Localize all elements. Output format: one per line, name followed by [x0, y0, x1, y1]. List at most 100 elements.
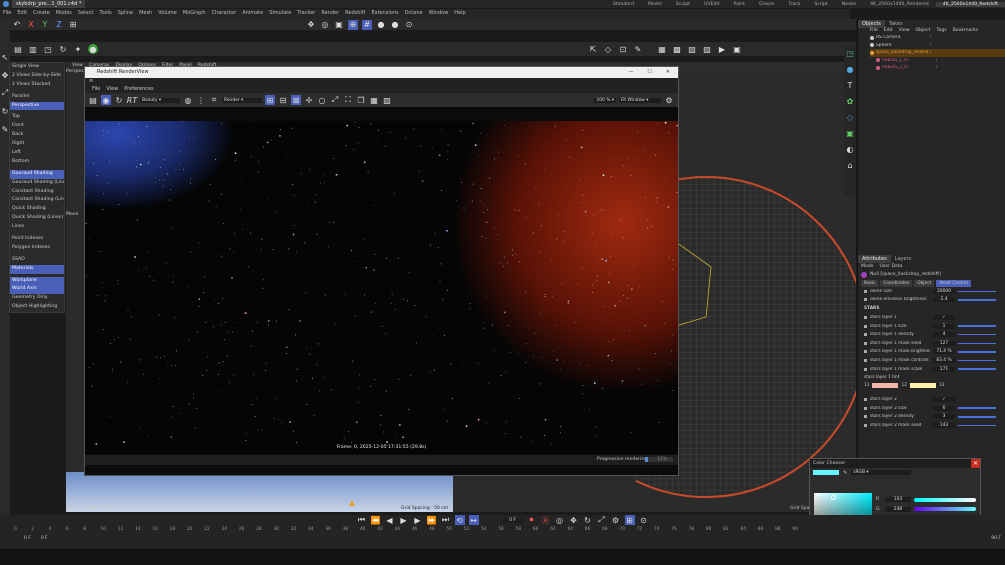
tint-b-swatch[interactable]: [909, 382, 936, 388]
zoom-field[interactable]: 100 % ▾: [594, 97, 616, 103]
attribute-slider[interactable]: [958, 351, 996, 353]
keyframe-toggle-icon[interactable]: [864, 350, 867, 354]
attribute-value-field[interactable]: 71.4 %: [933, 349, 955, 355]
menu-item[interactable]: Volume: [155, 10, 180, 16]
next-frame-icon[interactable]: ▶: [413, 515, 423, 525]
fit-select[interactable]: Fit Window ▾: [619, 97, 661, 103]
current-frame-field[interactable]: 0 F: [502, 517, 523, 523]
attribute-slider[interactable]: [958, 416, 996, 418]
undo-icon[interactable]: ↶: [12, 20, 22, 30]
attribute-slider[interactable]: [958, 290, 996, 293]
layout-tab[interactable]: Groom: [752, 2, 781, 7]
render-queue-icon[interactable]: ▧: [687, 44, 697, 54]
range-end[interactable]: 0 F: [41, 536, 48, 541]
range-icon[interactable]: ↔: [468, 515, 479, 525]
toggle-b-icon[interactable]: ●: [390, 20, 400, 30]
play-icon[interactable]: ▶: [399, 515, 409, 525]
coord-icon[interactable]: ⊞: [68, 20, 78, 30]
settings-gear-icon[interactable]: ⚙: [664, 95, 674, 105]
view-menu-item[interactable]: Polygon Indexes: [10, 244, 64, 253]
objects-tab[interactable]: Objects: [858, 19, 885, 28]
menu-item[interactable]: Select: [75, 10, 96, 16]
attributes-menu-item[interactable]: User Data: [880, 264, 903, 269]
menu-item[interactable]: Spline: [115, 10, 136, 16]
attribute-value-field[interactable]: 83.4 %: [933, 357, 955, 363]
view-menu-item[interactable]: Perspective: [10, 101, 64, 111]
layout-tab[interactable]: Standard: [606, 2, 641, 7]
menu-item[interactable]: Modes: [53, 10, 75, 16]
view-menu-item[interactable]: Constant Shading: [10, 188, 64, 197]
view-menu-item[interactable]: Gouraud Shading (Lines): [10, 179, 64, 188]
keyframe-toggle-icon[interactable]: [864, 358, 867, 362]
object-row[interactable]: Sphere ⁝: [870, 42, 1005, 50]
bucket-icon[interactable]: ⊠: [291, 95, 301, 105]
z-axis-icon[interactable]: Z: [54, 20, 64, 30]
color-space-select[interactable]: sRGB ▾: [851, 470, 912, 475]
menu-item[interactable]: Simulate: [266, 10, 294, 16]
refresh-render-icon[interactable]: ↻: [114, 95, 124, 105]
objects-menu-item[interactable]: Object: [916, 28, 931, 33]
attribute-value-field[interactable]: 6: [933, 405, 955, 411]
crop-icon[interactable]: ⌗: [209, 95, 219, 105]
cube-mode-icon[interactable]: ◳: [845, 48, 855, 58]
attribute-value-field[interactable]: 143: [933, 422, 955, 428]
eyedropper-icon[interactable]: ✎: [843, 470, 847, 476]
expand-icon[interactable]: ⛶: [343, 95, 353, 105]
attribute-value-field[interactable]: ✓: [933, 314, 955, 320]
view-menu-item[interactable]: 2 Views Stacked: [10, 81, 64, 90]
menu-item[interactable]: Tracker: [294, 10, 318, 16]
scene-mode-icon[interactable]: ⌂: [845, 160, 855, 170]
lock-region-icon[interactable]: ⊟: [278, 95, 288, 105]
snapshot-icon[interactable]: ◍: [183, 95, 193, 105]
keyframe-icon[interactable]: ◎: [555, 515, 565, 525]
diamond-icon[interactable]: ◇: [603, 44, 613, 54]
new-icon[interactable]: ▤: [13, 44, 23, 54]
view-menu-item[interactable]: Materials: [10, 264, 64, 274]
menu-item[interactable]: Tools: [96, 10, 114, 16]
attribute-subtab[interactable]: Object: [914, 279, 935, 287]
keyframe-toggle-icon[interactable]: [864, 324, 867, 328]
range-start[interactable]: 0 F: [24, 536, 31, 541]
layout-tab[interactable]: Track: [781, 2, 807, 7]
layout-tab[interactable]: 4K_2560x1440_Redshift: [935, 1, 1005, 7]
attribute-subtab[interactable]: Asset Control: [936, 279, 971, 287]
render-view-menu-item[interactable]: View: [103, 85, 121, 93]
toggle-c-icon[interactable]: ⊙: [404, 20, 414, 30]
section-header[interactable]: STARS: [864, 304, 1005, 313]
y-axis-icon[interactable]: Y: [40, 20, 50, 30]
view-menu-item[interactable]: Parallel: [10, 93, 64, 102]
menu-item[interactable]: Character: [209, 10, 240, 16]
region-icon[interactable]: ⊞: [265, 95, 275, 105]
attribute-slider[interactable]: [958, 407, 996, 409]
object-row[interactable]: nebula_2_rs ⁝: [870, 64, 1005, 72]
pos-key-icon[interactable]: ✥: [569, 515, 579, 525]
sphere-mode-icon[interactable]: ●: [845, 64, 855, 74]
select-tool-icon[interactable]: ↖: [0, 52, 10, 62]
view-menu-item[interactable]: Lines: [10, 223, 64, 232]
field-mode-icon[interactable]: ◐: [845, 144, 855, 154]
attribute-slider[interactable]: [958, 368, 996, 370]
cube-icon[interactable]: ◳: [43, 44, 53, 54]
render-play-icon[interactable]: ▶: [717, 44, 727, 54]
view-menu-item[interactable]: Back: [10, 131, 64, 140]
grid-icon[interactable]: #: [362, 19, 372, 30]
layout-tab[interactable]: Sculpt: [669, 2, 697, 7]
grid-view-icon[interactable]: ⋮: [196, 95, 206, 105]
close-icon[interactable]: ✕: [666, 67, 670, 78]
save-icon[interactable]: ▥: [28, 44, 38, 54]
keyframe-toggle-icon[interactable]: [864, 415, 867, 419]
render-canvas[interactable]: Frame: 0, 2025-12-05 17:31:55 (29.8s): [85, 121, 678, 454]
channel-value[interactable]: 248: [885, 506, 911, 512]
objects-menu-item[interactable]: Edit: [884, 28, 893, 33]
snap-icon[interactable]: ⊕: [348, 19, 358, 30]
render-pic-icon[interactable]: ▣: [732, 44, 742, 54]
text-mode-icon[interactable]: T: [845, 80, 855, 90]
attribute-value-field[interactable]: 171: [933, 366, 955, 372]
keyframe-toggle-icon[interactable]: [864, 333, 867, 337]
view-menu-item[interactable]: Geometry Only: [10, 294, 64, 303]
light-icon[interactable]: ✦: [73, 44, 83, 54]
rt-icon[interactable]: RT: [127, 95, 137, 105]
render-start-icon[interactable]: ◉: [101, 95, 111, 105]
render-view-menu-item[interactable]: File: [89, 85, 103, 93]
view-menu-item[interactable]: 2 Views Side-by-Side: [10, 72, 64, 81]
